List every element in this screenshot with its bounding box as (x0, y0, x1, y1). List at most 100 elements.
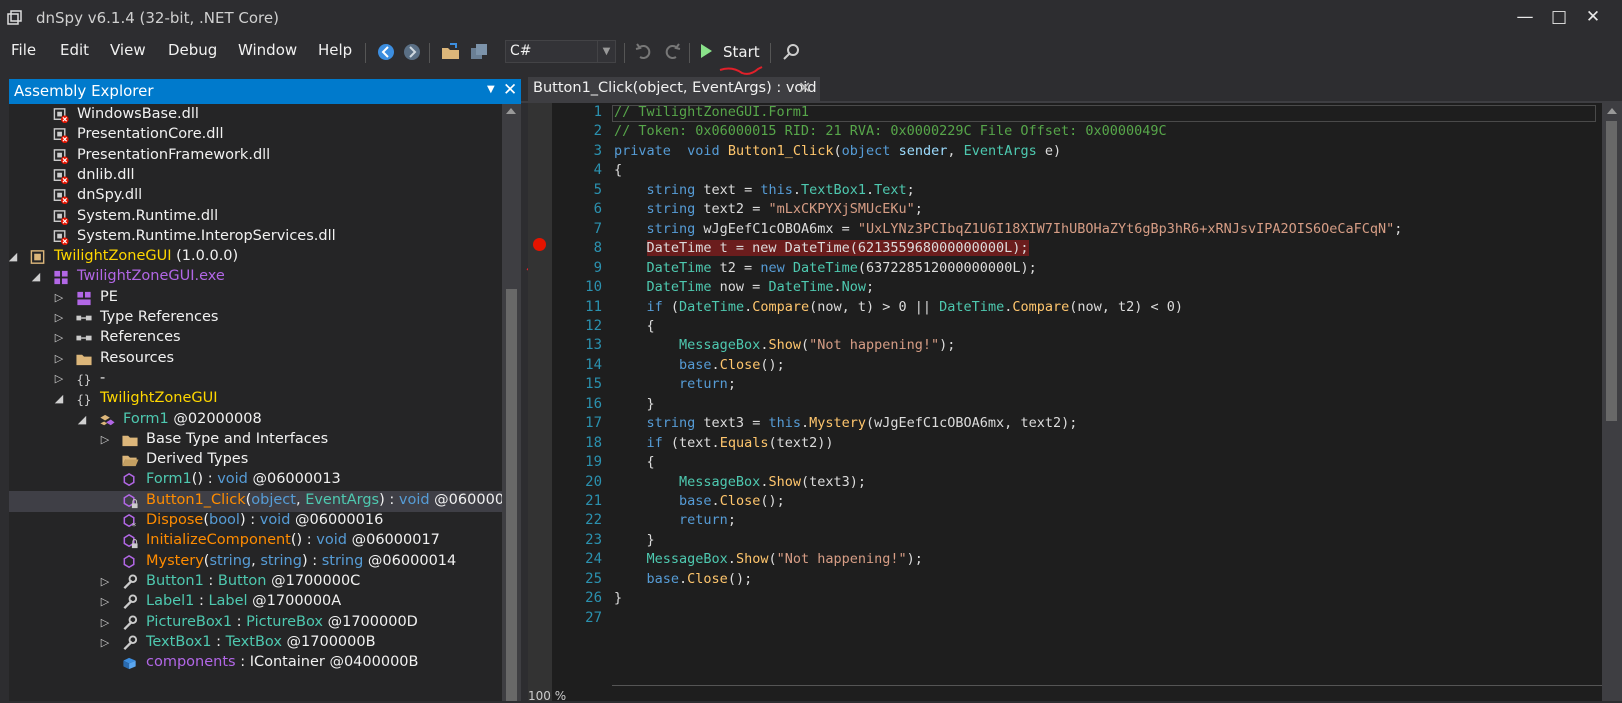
expand-arrow-icon[interactable]: ▷ (53, 291, 65, 304)
code-line[interactable]: } (614, 396, 655, 416)
collapse-arrow-icon[interactable]: ◢ (9, 250, 19, 263)
tree-node[interactable]: ◢ Form1 @02000008 (9, 410, 502, 431)
code-line[interactable]: DateTime t = new DateTime(62135596800000… (614, 240, 1029, 260)
tree-node[interactable]: ▷ Resources (9, 349, 502, 370)
menu-debug[interactable]: Debug (168, 41, 217, 59)
minimize-button[interactable]: — (1508, 4, 1542, 30)
tree-node[interactable]: ◢ TwilightZoneGUI.exe (9, 267, 502, 288)
code-line[interactable]: string wJgEefC1cOBOA6mx = "UxLYNz3PCIbqZ… (614, 221, 1403, 241)
tree-node[interactable]: ▷ Base Type and Interfaces (9, 430, 502, 451)
expand-arrow-icon[interactable]: ▷ (53, 331, 65, 344)
tree-node[interactable]: ◢ {} TwilightZoneGUI (9, 389, 502, 410)
tree-node[interactable]: ◢ TwilightZoneGUI (1.0.0.0) (9, 247, 502, 268)
tree-node[interactable]: Form1() : void @06000013 (9, 470, 502, 491)
close-button[interactable]: ✕ (1576, 4, 1610, 30)
code-line[interactable]: return; (614, 512, 736, 532)
tree-node[interactable]: Derived Types (9, 450, 502, 471)
scrollbar-thumb[interactable] (1606, 121, 1617, 421)
breakpoint-icon[interactable] (533, 238, 546, 251)
navigate-back-icon[interactable] (375, 41, 397, 63)
tree-node[interactable]: Mystery(string, string) : string @060000… (9, 552, 502, 573)
breakpoint-margin[interactable] (528, 103, 552, 701)
expand-arrow-icon[interactable]: ▷ (53, 311, 65, 324)
panel-dropdown-icon[interactable]: ▼ (487, 84, 495, 95)
collapse-arrow-icon[interactable]: ◢ (30, 270, 42, 283)
code-line[interactable]: base.Close(); (614, 493, 785, 513)
editor-scrollbar[interactable] (1602, 103, 1622, 701)
tree-node[interactable]: System.Runtime.dll (9, 207, 502, 228)
code-line[interactable]: string text = this.TextBox1.Text; (614, 182, 915, 202)
code-line[interactable]: MessageBox.Show("Not happening!"); (614, 551, 923, 571)
tree-node[interactable]: ▷ References (9, 328, 502, 349)
collapse-arrow-icon[interactable]: ◢ (53, 392, 65, 405)
save-all-icon[interactable] (468, 41, 490, 63)
search-icon[interactable] (780, 41, 802, 63)
menu-window[interactable]: Window (238, 41, 297, 59)
code-line[interactable]: string text3 = this.Mystery(wJgEefC1cOBO… (614, 415, 1078, 435)
code-line[interactable]: MessageBox.Show("Not happening!"); (614, 337, 955, 357)
tree-node[interactable]: ▷ {} - (9, 369, 502, 390)
expand-arrow-icon[interactable]: ▷ (99, 433, 111, 446)
code-line[interactable]: { (614, 162, 622, 182)
code-line[interactable]: // TwilightZoneGUI.Form1 (614, 104, 809, 124)
menu-edit[interactable]: Edit (60, 41, 89, 59)
tree-node[interactable]: ▷ Label1 : Label @1700000A (9, 592, 502, 613)
code-line[interactable]: } (614, 532, 655, 552)
menu-help[interactable]: Help (318, 41, 352, 59)
code-line[interactable]: base.Close(); (614, 357, 785, 377)
undo-icon[interactable] (633, 41, 655, 63)
tree-node[interactable]: * Dispose(bool) : void @06000016 (9, 511, 502, 532)
scroll-up-icon[interactable] (1607, 108, 1617, 114)
expand-arrow-icon[interactable]: ▷ (53, 352, 65, 365)
tree-node[interactable]: PresentationFramework.dll (9, 146, 502, 167)
code-line[interactable]: { (614, 454, 655, 474)
tree-node[interactable]: dnSpy.dll (9, 186, 502, 207)
expand-arrow-icon[interactable]: ▷ (99, 575, 111, 588)
code-line[interactable]: base.Close(); (614, 571, 753, 591)
collapse-arrow-icon[interactable]: ◢ (76, 413, 88, 426)
tree-node[interactable]: PresentationCore.dll (9, 125, 502, 146)
maximize-button[interactable]: □ (1542, 4, 1576, 30)
code-line[interactable]: if (DateTime.Compare(now, t) > 0 || Date… (614, 299, 1184, 319)
scrollbar-thumb[interactable] (506, 289, 517, 701)
menu-file[interactable]: File (11, 41, 36, 59)
code-line[interactable]: MessageBox.Show(text3); (614, 474, 866, 494)
panel-close-icon[interactable]: ✕ (503, 80, 517, 100)
tree-node[interactable]: ▷ TextBox1 : TextBox @1700000B (9, 633, 502, 654)
tree-node[interactable]: ▷ Type References (9, 308, 502, 329)
expand-arrow-icon[interactable]: ▷ (99, 616, 111, 629)
code-line[interactable]: private void Button1_Click(object sender… (614, 143, 1061, 163)
code-line[interactable]: string text2 = "mLxCKPYXjSMUcEKu"; (614, 201, 923, 221)
code-line[interactable]: return; (614, 376, 736, 396)
tree-node[interactable]: components : IContainer @0400000B (9, 653, 502, 674)
tree-node[interactable]: System.Runtime.InteropServices.dll (9, 227, 502, 248)
expand-arrow-icon[interactable]: ▷ (53, 372, 65, 385)
tree-node[interactable]: Button1_Click(object, EventArgs) : void … (9, 490, 502, 512)
navigate-forward-icon[interactable] (401, 41, 423, 63)
tab-close-icon[interactable]: ✕ (798, 78, 811, 97)
tree-node[interactable]: WindowsBase.dll (9, 105, 502, 126)
code-line[interactable]: { (614, 318, 655, 338)
code-line[interactable]: if (text.Equals(text2)) (614, 435, 834, 455)
tree-node[interactable]: InitializeComponent() : void @06000017 (9, 531, 502, 552)
code-line[interactable]: DateTime now = DateTime.Now; (614, 279, 875, 299)
tree-node[interactable]: ▷ Button1 : Button @1700000C (9, 572, 502, 593)
scroll-up-icon[interactable] (506, 108, 516, 114)
language-select[interactable]: C# ▼ (505, 40, 616, 63)
expand-arrow-icon[interactable]: ▷ (99, 636, 111, 649)
redo-icon[interactable] (661, 41, 683, 63)
open-folder-icon[interactable] (440, 41, 462, 63)
tree-node-label: Button1 : Button @1700000C (146, 572, 361, 589)
tree-node[interactable]: dnlib.dll (9, 166, 502, 187)
tab-button1-click[interactable]: Button1_Click(object, EventArgs) : void … (528, 77, 820, 102)
chevron-down-icon[interactable]: ▼ (597, 41, 615, 62)
code-line[interactable]: DateTime t2 = new DateTime(6372285120000… (614, 260, 1037, 280)
tree-node[interactable]: ▷ PE (9, 288, 502, 309)
tree-node[interactable]: ▷ PictureBox1 : PictureBox @1700000D (9, 613, 502, 634)
explorer-scrollbar[interactable] (502, 104, 521, 701)
code-line[interactable]: // Token: 0x06000015 RID: 21 RVA: 0x0000… (614, 123, 1167, 143)
expand-arrow-icon[interactable]: ▷ (99, 595, 111, 608)
menu-view[interactable]: View (110, 41, 146, 59)
code-line[interactable]: } (614, 590, 622, 610)
code-editor[interactable]: 1 // TwilightZoneGUI.Form1 2 // Token: 0x06… (528, 103, 1602, 701)
